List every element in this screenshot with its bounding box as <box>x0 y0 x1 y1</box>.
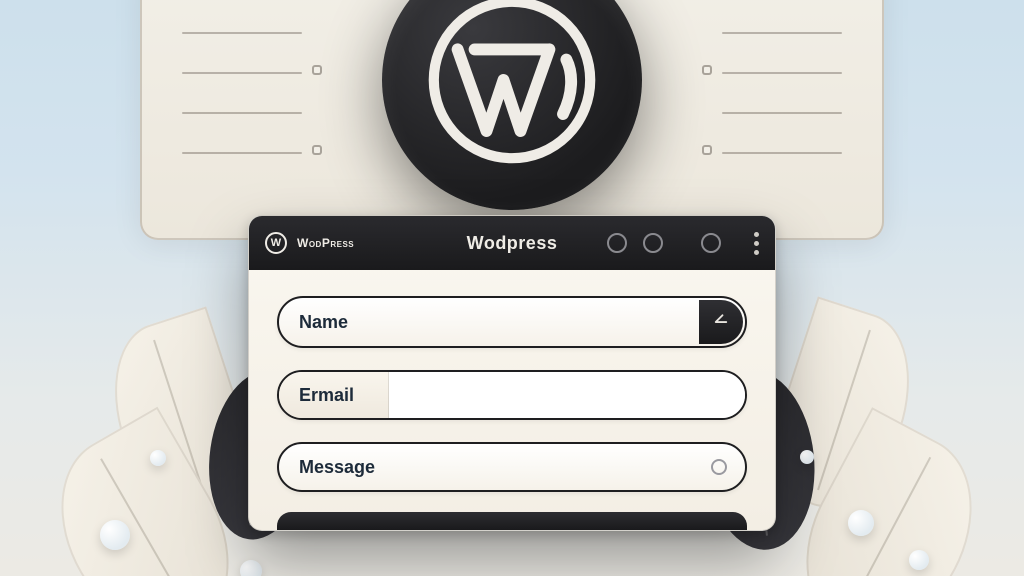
window-control-circle[interactable] <box>701 233 721 253</box>
window-control-circle[interactable] <box>607 233 627 253</box>
message-indicator-icon <box>711 459 727 475</box>
bubble-decoration <box>909 550 929 570</box>
bubble-decoration <box>150 450 166 466</box>
window-titlebar: W WodPress Wodpress <box>249 216 775 270</box>
name-field[interactable]: Name <box>277 296 747 348</box>
name-input[interactable] <box>394 298 687 346</box>
message-field[interactable]: Message <box>277 442 747 492</box>
message-label: Message <box>299 457 394 478</box>
message-input[interactable] <box>394 444 711 490</box>
wordpress-mini-logo-icon: W <box>265 232 287 254</box>
email-label: Ermail <box>279 372 389 418</box>
window-control-circle[interactable] <box>643 233 663 253</box>
contact-form-window: W WodPress Wodpress Name Ermail <box>248 215 776 531</box>
bubble-decoration <box>848 510 874 536</box>
bubble-decoration <box>800 450 814 464</box>
bubble-decoration <box>100 520 130 550</box>
name-submit-arrow-icon[interactable] <box>699 300 743 344</box>
form-body: Name Ermail Message <box>249 270 775 512</box>
submit-button[interactable] <box>277 512 747 530</box>
name-label: Name <box>299 312 394 333</box>
email-field[interactable]: Ermail <box>277 370 747 420</box>
bubble-decoration <box>240 560 262 576</box>
email-input[interactable] <box>405 372 729 418</box>
brand-label: WodPress <box>297 236 354 250</box>
more-menu-icon[interactable] <box>753 232 759 255</box>
